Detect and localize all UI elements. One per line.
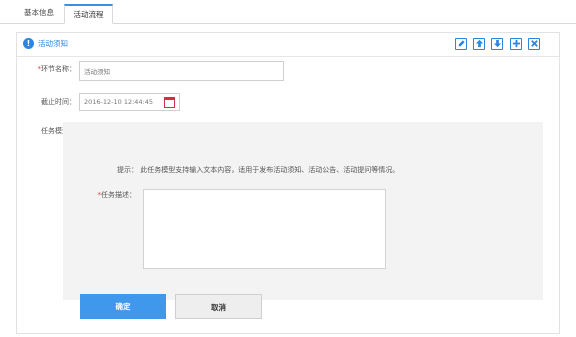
add-icon[interactable]	[510, 38, 522, 50]
confirm-button[interactable]: 确定	[80, 294, 166, 319]
calendar-icon[interactable]	[164, 97, 175, 108]
edit-icon[interactable]	[455, 38, 467, 50]
move-down-icon[interactable]	[491, 38, 503, 50]
tab-bar: 基本信息 活动流程	[0, 0, 576, 24]
tab-basic-info[interactable]: 基本信息	[14, 4, 64, 24]
task-desc-label: *任务描述：	[97, 191, 137, 199]
panel-title: 活动须知	[38, 39, 68, 48]
deadline-label: 截止时间：	[41, 98, 76, 106]
stage-name-label: *环节名称：	[37, 65, 77, 73]
tab-activity-flow[interactable]: 活动流程	[64, 4, 113, 24]
close-icon[interactable]	[528, 38, 540, 50]
task-model-hint: 提示： 此任务模型支持输入文本内容，适用于发布活动须知、活动公告、活动提问等情况…	[117, 166, 400, 174]
panel-header: ! 活动须知	[17, 33, 559, 57]
info-icon: !	[23, 38, 34, 49]
task-desc-textarea[interactable]	[143, 189, 386, 269]
move-up-icon[interactable]	[473, 38, 485, 50]
stage-name-input[interactable]	[79, 61, 284, 81]
cancel-button[interactable]: 取消	[175, 294, 262, 319]
